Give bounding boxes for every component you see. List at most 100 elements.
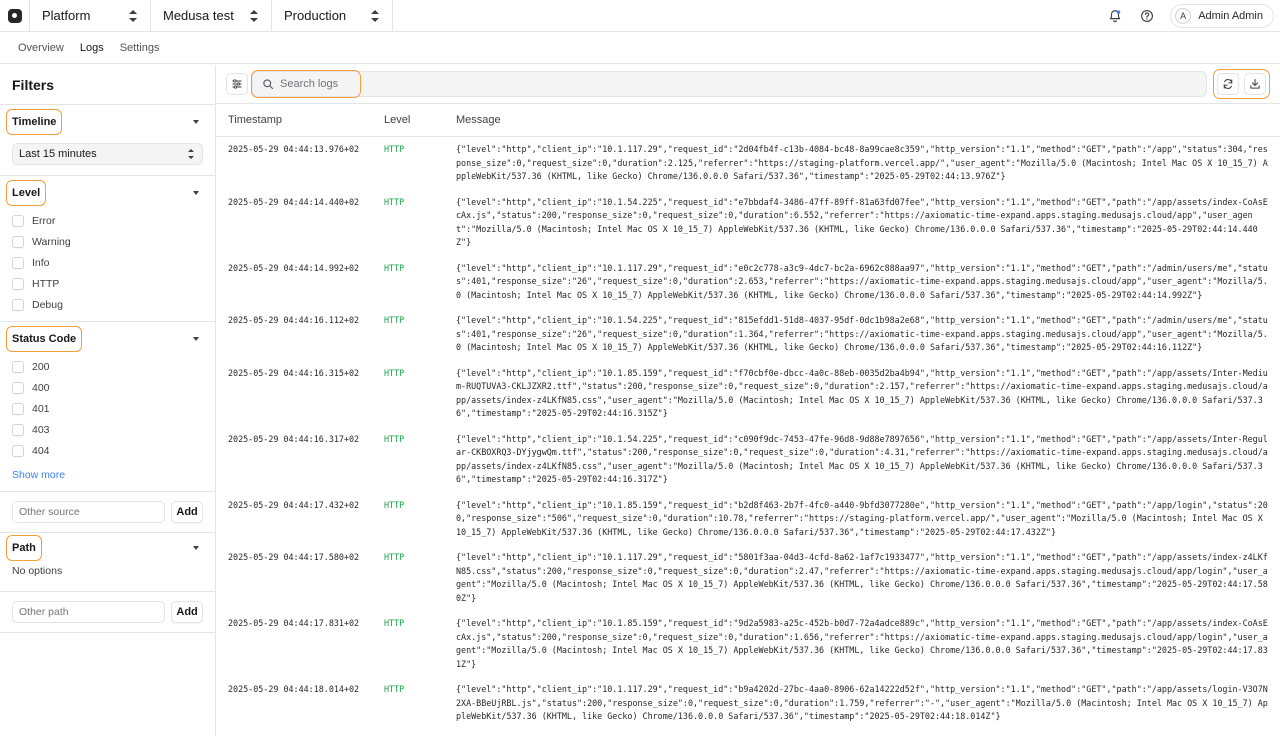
table-row[interactable]: 2025-05-29 04:44:17.831+02 HTTP {"level":"… [216, 611, 1280, 677]
tab-overview[interactable]: Overview [18, 42, 64, 54]
option-label: HTTP [32, 277, 60, 290]
project-switcher[interactable]: Medusa test [151, 0, 272, 31]
row-message: {"level":"http","client_ip":"10.1.85.159… [456, 618, 1268, 669]
refresh-icon [1223, 79, 1233, 89]
tab-settings[interactable]: Settings [120, 42, 160, 54]
project-name: Medusa test [163, 8, 234, 23]
level-title[interactable]: Level [6, 180, 47, 206]
timeline-title[interactable]: Timeline [6, 108, 63, 135]
table-row[interactable]: 2025-05-29 04:44:14.992+02 HTTP {"level":"… [216, 256, 1280, 309]
path-title[interactable]: Path [6, 535, 42, 561]
logo-icon [7, 8, 22, 23]
logs-main: Timestamp Level Message 2025-05-29 04:44… [216, 65, 1280, 736]
chevron-down-icon[interactable] [193, 337, 199, 341]
row-timestamp: 2025-05-29 04:44:16.317+02 [228, 433, 360, 444]
table-row[interactable]: 2025-05-29 04:44:18.014+02 HTTP {"level":"… [216, 677, 1280, 730]
columns-button[interactable] [226, 73, 248, 95]
chevron-down-icon[interactable] [193, 546, 199, 550]
help-button[interactable] [1138, 7, 1156, 25]
filters-sidebar: Filters Timeline Last 15 minutes Level E… [0, 65, 216, 736]
row-message: {"level":"http","client_ip":"10.1.85.159… [456, 367, 1268, 419]
checkbox[interactable] [12, 444, 24, 457]
chevron-down-icon[interactable] [193, 119, 199, 124]
checkbox[interactable] [12, 214, 24, 227]
table-row[interactable]: 2025-05-29 04:44:16.112+02 HTTP {"level":"… [216, 308, 1280, 361]
bell-icon [1109, 9, 1121, 22]
table-row[interactable]: 2025-05-29 04:44:13.976+02 HTTP {"level":"… [216, 137, 1280, 190]
timeline-selected: Last 15 minutes [19, 148, 97, 160]
status-code-title[interactable]: Status Code [6, 326, 83, 352]
option-label: Info [32, 256, 50, 269]
path-empty-text: No options [12, 565, 63, 577]
checkbox[interactable] [12, 381, 24, 394]
chevron-down-icon[interactable] [193, 191, 199, 195]
status-option-404[interactable]: 404 [12, 440, 203, 461]
option-label: Warning [32, 235, 71, 248]
table-header: Timestamp Level Message [216, 104, 1280, 137]
status-option-401[interactable]: 401 [12, 398, 203, 419]
level-option-debug[interactable]: Debug [12, 294, 203, 315]
top-bar: Platform Medusa test Production A Admin [0, 0, 1280, 32]
checkbox[interactable] [12, 298, 24, 311]
column-header-message: Message [456, 114, 501, 126]
row-timestamp: 2025-05-29 04:44:17.831+02 [228, 618, 360, 628]
row-timestamp: 2025-05-29 04:44:17.580+02 [228, 552, 360, 562]
notifications-button[interactable] [1106, 7, 1124, 25]
status-option-403[interactable]: 403 [12, 419, 203, 440]
checkbox[interactable] [12, 256, 24, 269]
user-menu[interactable]: A Admin Admin [1170, 3, 1274, 28]
row-message: {"level":"http","client_ip":"10.1.54.225… [456, 433, 1268, 485]
status-option-400[interactable]: 400 [12, 377, 203, 398]
chevron-up-down-icon [188, 149, 196, 159]
row-level: HTTP [384, 367, 405, 378]
checkbox[interactable] [12, 360, 24, 373]
status-option-200[interactable]: 200 [12, 356, 203, 377]
row-level: HTTP [384, 499, 405, 510]
logs-toolbar [216, 65, 1280, 104]
table-row[interactable]: 2025-05-29 04:44:14.440+02 HTTP {"level":"… [216, 190, 1280, 256]
level-option-warning[interactable]: Warning [12, 231, 203, 252]
row-level: HTTP [384, 433, 405, 444]
logo-container[interactable] [0, 0, 30, 31]
row-level: HTTP [384, 196, 405, 207]
column-header-level: Level [384, 114, 411, 126]
search-highlight [251, 70, 361, 98]
timeline-select[interactable]: Last 15 minutes [12, 143, 203, 165]
table-row[interactable]: 2025-05-29 04:44:17.580+02 HTTP {"level":"… [216, 545, 1280, 611]
add-path-button[interactable]: Add [171, 601, 203, 623]
other-path-input[interactable] [12, 601, 166, 623]
checkbox[interactable] [12, 277, 24, 290]
level-option-http[interactable]: HTTP [12, 273, 203, 294]
show-more-link[interactable]: Show more [12, 469, 65, 481]
timeline-section: Timeline Last 15 minutes [0, 105, 215, 176]
checkbox[interactable] [12, 423, 24, 436]
tab-logs[interactable]: Logs [80, 42, 104, 54]
chevron-up-down-icon [370, 9, 380, 22]
level-option-info[interactable]: Info [12, 252, 203, 273]
user-name: Admin Admin [1198, 9, 1263, 22]
row-level: HTTP [384, 262, 405, 273]
path-section: Path No options [0, 533, 215, 592]
column-header-timestamp: Timestamp [228, 114, 282, 126]
row-timestamp: 2025-05-29 04:44:18.014+02 [228, 684, 360, 694]
level-option-error[interactable]: Error [12, 210, 203, 231]
row-message: {"level":"http","client_ip":"10.1.117.29… [456, 552, 1268, 603]
refresh-button[interactable] [1217, 73, 1239, 95]
add-source-button[interactable]: Add [171, 501, 203, 523]
row-timestamp: 2025-05-29 04:44:13.976+02 [228, 144, 360, 154]
table-row[interactable]: 2025-05-29 04:44:16.317+02 HTTP {"level":"… [216, 427, 1280, 493]
option-label: 401 [32, 402, 50, 415]
option-label: Debug [32, 298, 63, 311]
option-label: 404 [32, 444, 50, 457]
table-row[interactable]: 2025-05-29 04:44:16.315+02 HTTP {"level":"… [216, 361, 1280, 427]
org-switcher[interactable]: Platform [30, 0, 151, 31]
checkbox[interactable] [12, 235, 24, 248]
other-source-input[interactable] [12, 501, 166, 523]
checkbox[interactable] [12, 402, 24, 415]
table-row[interactable]: 2025-05-29 04:44:17.432+02 HTTP {"level":"… [216, 493, 1280, 546]
download-button[interactable] [1244, 73, 1266, 95]
level-section: Level Error Warning Info HTTP Debug [0, 176, 215, 322]
search-bar[interactable] [251, 70, 1207, 98]
environment-switcher[interactable]: Production [272, 0, 393, 31]
row-level: HTTP [384, 618, 405, 628]
